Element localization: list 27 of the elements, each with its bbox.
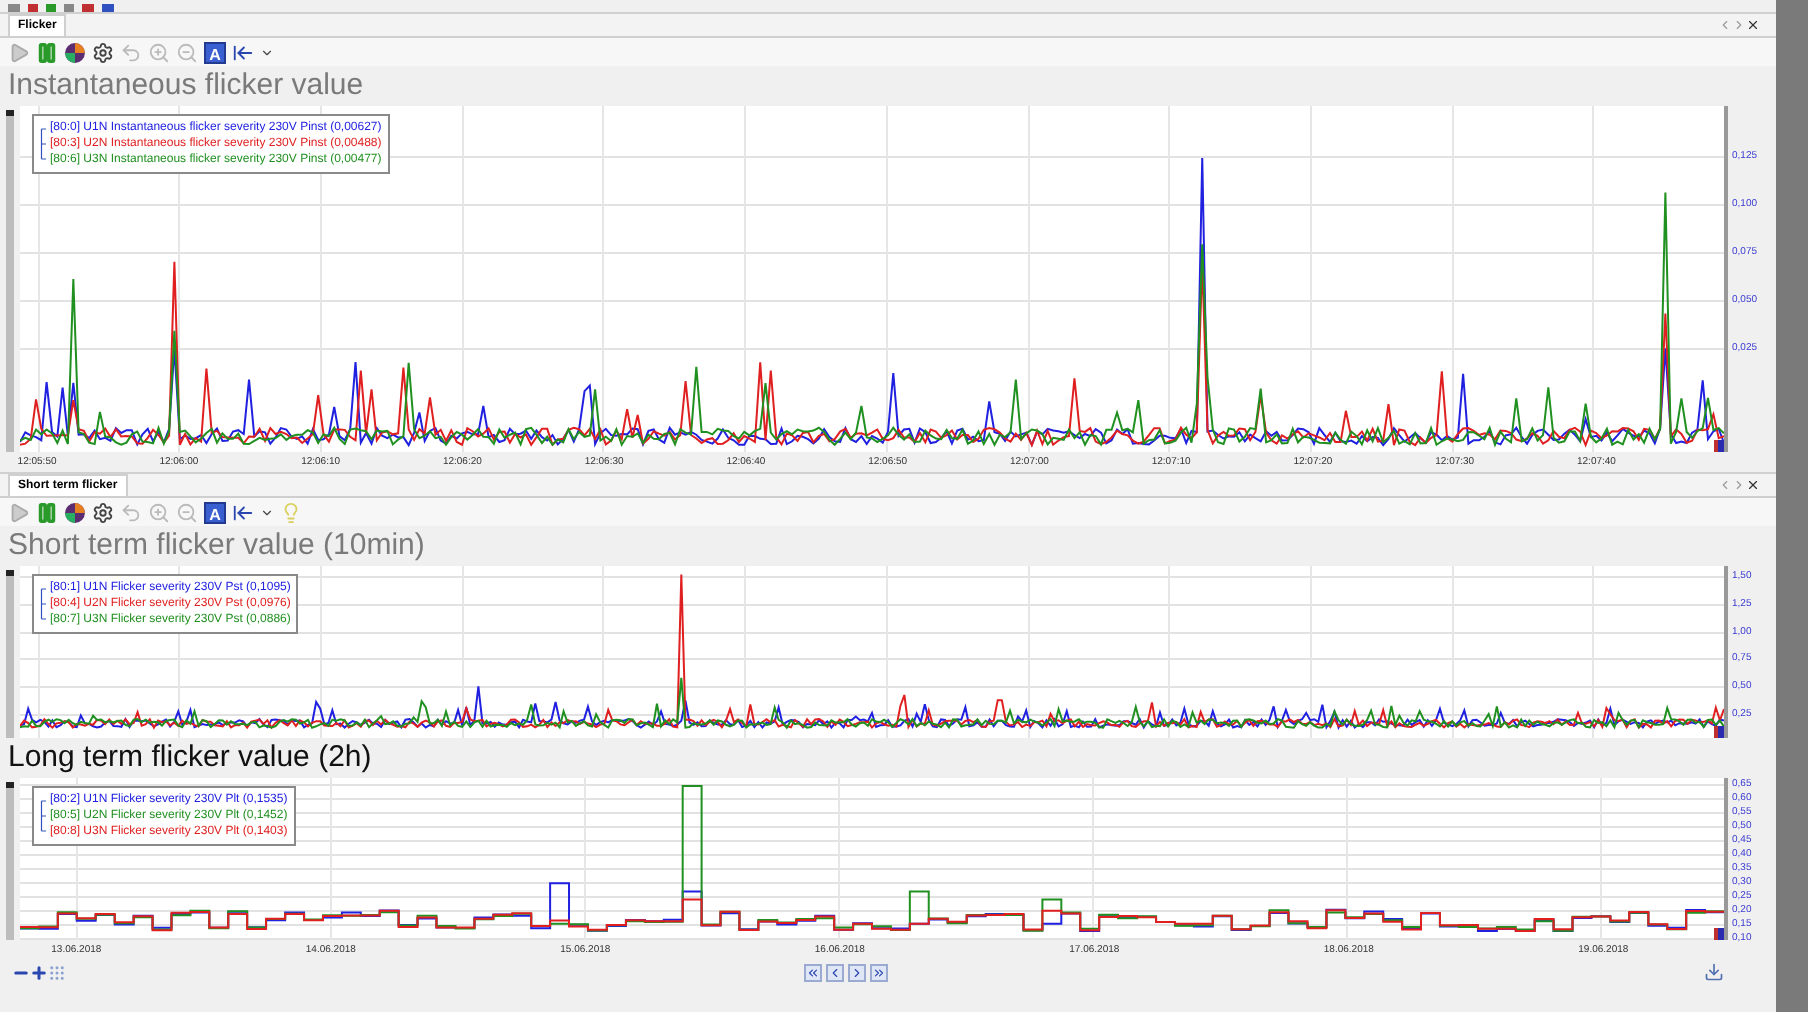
- align-left-icon[interactable]: [232, 501, 254, 523]
- settings-icon[interactable]: [92, 41, 114, 63]
- zoom-in-icon[interactable]: [30, 963, 48, 981]
- chart-title: Long term flicker value (2h): [6, 738, 374, 778]
- end-marker: [1714, 440, 1724, 452]
- close-icon[interactable]: [1746, 18, 1760, 32]
- font-button[interactable]: A: [204, 41, 226, 63]
- end-marker: [1714, 726, 1724, 738]
- plot-handle[interactable]: [6, 570, 14, 738]
- caret-icon[interactable]: [260, 45, 274, 59]
- export-icon[interactable]: [1704, 962, 1724, 982]
- plot-handle[interactable]: [6, 782, 14, 940]
- chart-title: Short term flicker value (10min): [6, 526, 427, 566]
- chart-title: Instantaneous flicker value: [6, 66, 366, 106]
- color-wheel-icon[interactable]: [64, 501, 86, 523]
- end-marker: [1714, 928, 1724, 940]
- font-button[interactable]: A: [204, 501, 226, 523]
- caret-icon[interactable]: [260, 505, 274, 519]
- first-page-icon[interactable]: [803, 963, 821, 981]
- close-icon[interactable]: [1746, 478, 1760, 492]
- align-left-icon[interactable]: [232, 41, 254, 63]
- previous-icon[interactable]: [825, 963, 843, 981]
- next-icon[interactable]: [847, 963, 865, 981]
- last-page-icon[interactable]: [869, 963, 887, 981]
- settings-icon[interactable]: [92, 501, 114, 523]
- color-wheel-icon[interactable]: [64, 41, 86, 63]
- plot-handle[interactable]: [6, 110, 14, 452]
